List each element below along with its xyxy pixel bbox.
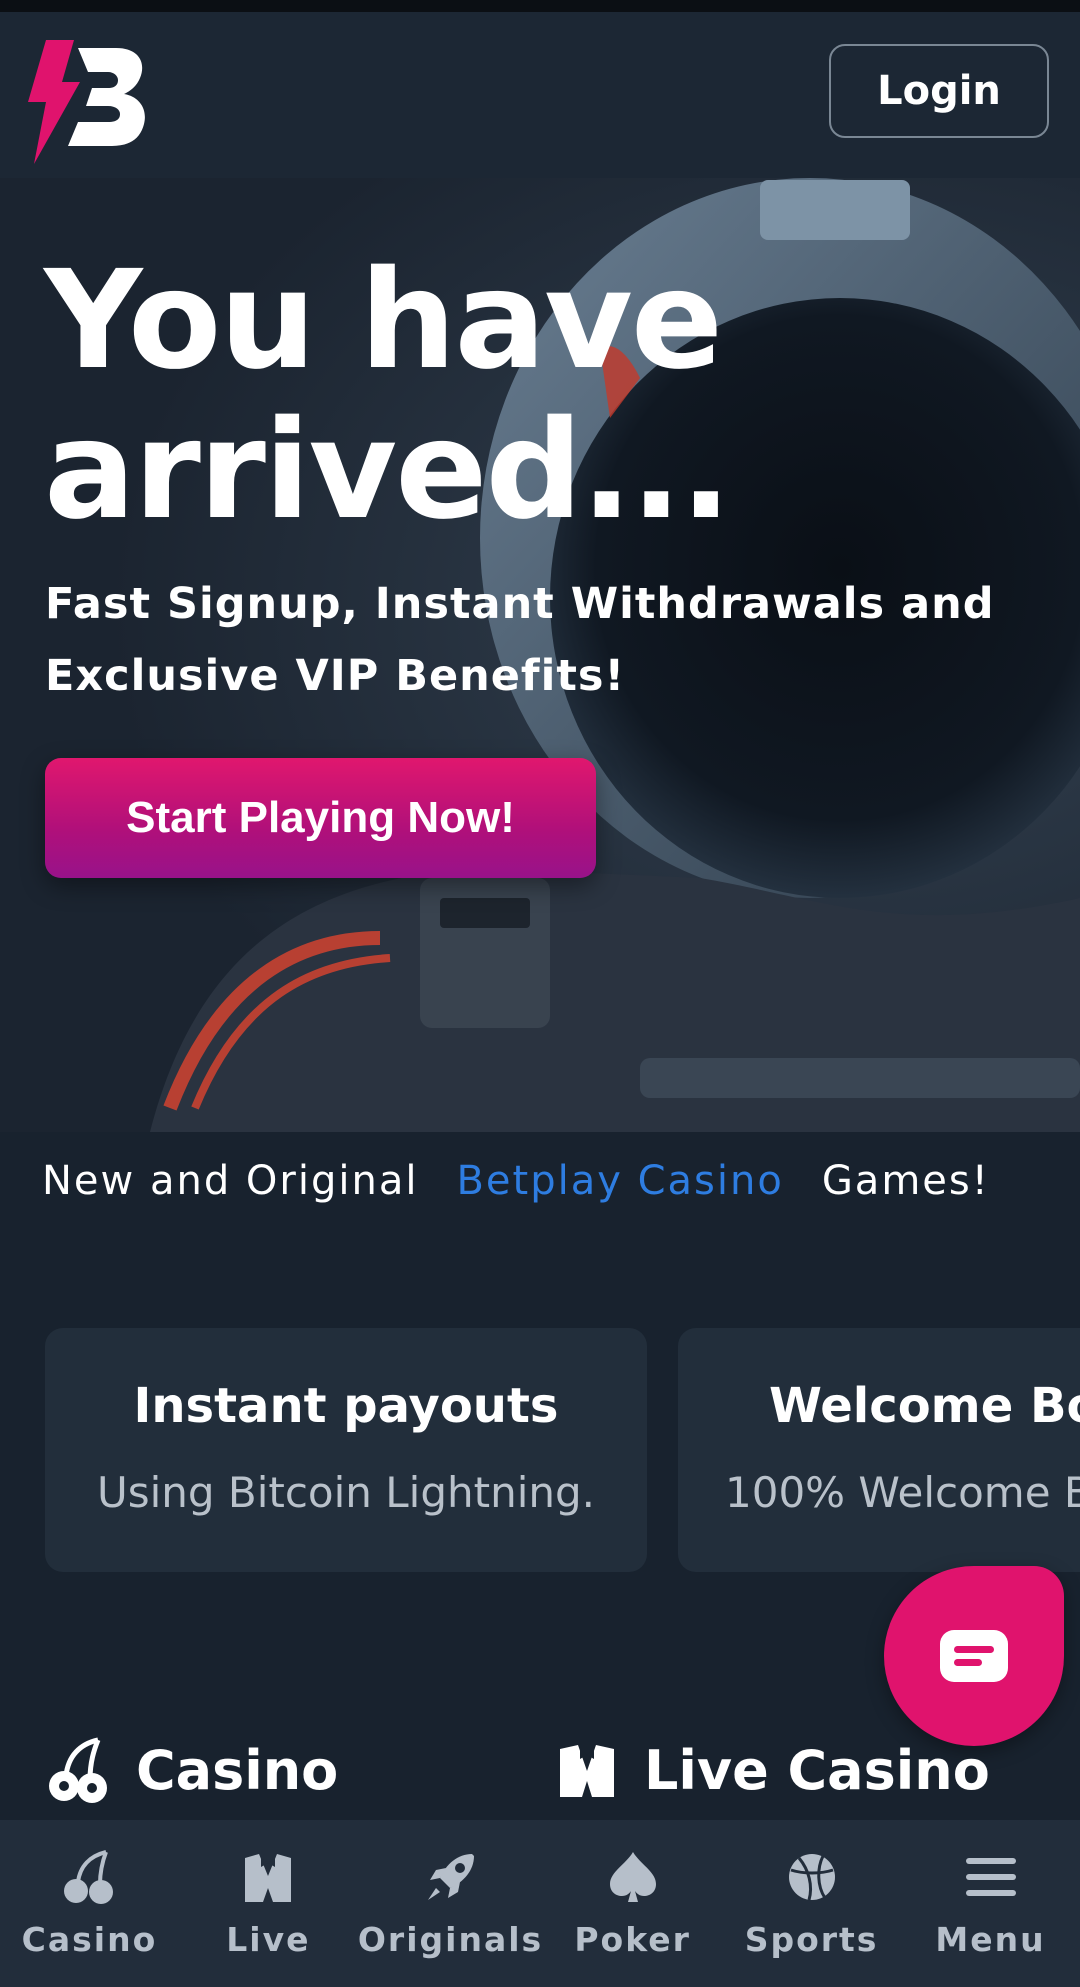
nav-label: Casino [21, 1920, 158, 1959]
brand-logo[interactable] [28, 38, 152, 166]
status-strip [0, 0, 1080, 12]
feature-card[interactable]: Welcome Bo 100% Welcome B [678, 1328, 1080, 1572]
login-button[interactable]: Login [829, 44, 1049, 138]
section-title: Casino [136, 1738, 339, 1802]
chat-button[interactable] [884, 1566, 1064, 1746]
promo-ticker: New and Original Betplay Casino Games! [0, 1132, 1080, 1230]
section-title: Live Casino [644, 1738, 990, 1802]
nav-item-sports[interactable]: Sports [722, 1820, 901, 1987]
feature-card[interactable]: Instant payouts Using Bitcoin Lightning. [45, 1328, 647, 1572]
hero-title: You have arrived... [44, 242, 732, 550]
feature-cards: Instant payouts Using Bitcoin Lightning.… [0, 1328, 1080, 1572]
nav-item-menu[interactable]: Menu [901, 1820, 1080, 1987]
nav-label: Sports [744, 1920, 879, 1959]
hamburger-icon [965, 1858, 1016, 1896]
nav-item-originals[interactable]: Originals [358, 1820, 543, 1987]
tuxedo-icon [560, 1745, 614, 1797]
chat-icon [940, 1630, 1008, 1682]
bottom-navigation: Casino Live Originals Poker Sports Menu [0, 1820, 1080, 1987]
nav-label: Menu [935, 1920, 1046, 1959]
casino-section-header[interactable]: Casino [46, 1730, 338, 1810]
ticker-text: Games! [821, 1158, 990, 1204]
ball-icon [788, 1854, 835, 1901]
hero-subtitle: Fast Signup, Instant Withdrawals and Exc… [45, 579, 995, 701]
spade-icon [609, 1852, 656, 1902]
card-subtitle: 100% Welcome B [725, 1468, 1080, 1517]
nav-item-casino[interactable]: Casino [0, 1820, 179, 1987]
site-header: Login [0, 12, 1080, 178]
nav-item-poker[interactable]: Poker [543, 1820, 722, 1987]
live-casino-section-header[interactable]: Live Casino [556, 1730, 990, 1810]
nav-label: Poker [574, 1920, 691, 1959]
ticker-highlight[interactable]: Betplay Casino [456, 1158, 783, 1204]
rocket-icon [427, 1854, 474, 1900]
cherries-icon [64, 1850, 114, 1904]
card-title: Welcome Bo [769, 1378, 1080, 1434]
nav-label: Live [226, 1920, 311, 1959]
hero-banner: You have arrived... Fast Signup, Instant… [0, 178, 1080, 1132]
nav-label: Originals [357, 1920, 544, 1959]
card-subtitle: Using Bitcoin Lightning. [96, 1468, 596, 1517]
card-title: Instant payouts [133, 1378, 559, 1434]
start-playing-button[interactable]: Start Playing Now! [45, 758, 596, 878]
tuxedo-icon [245, 1854, 292, 1902]
nav-item-live[interactable]: Live [179, 1820, 358, 1987]
ticker-text: New and Original [42, 1158, 419, 1204]
cherries-icon [49, 1737, 107, 1803]
